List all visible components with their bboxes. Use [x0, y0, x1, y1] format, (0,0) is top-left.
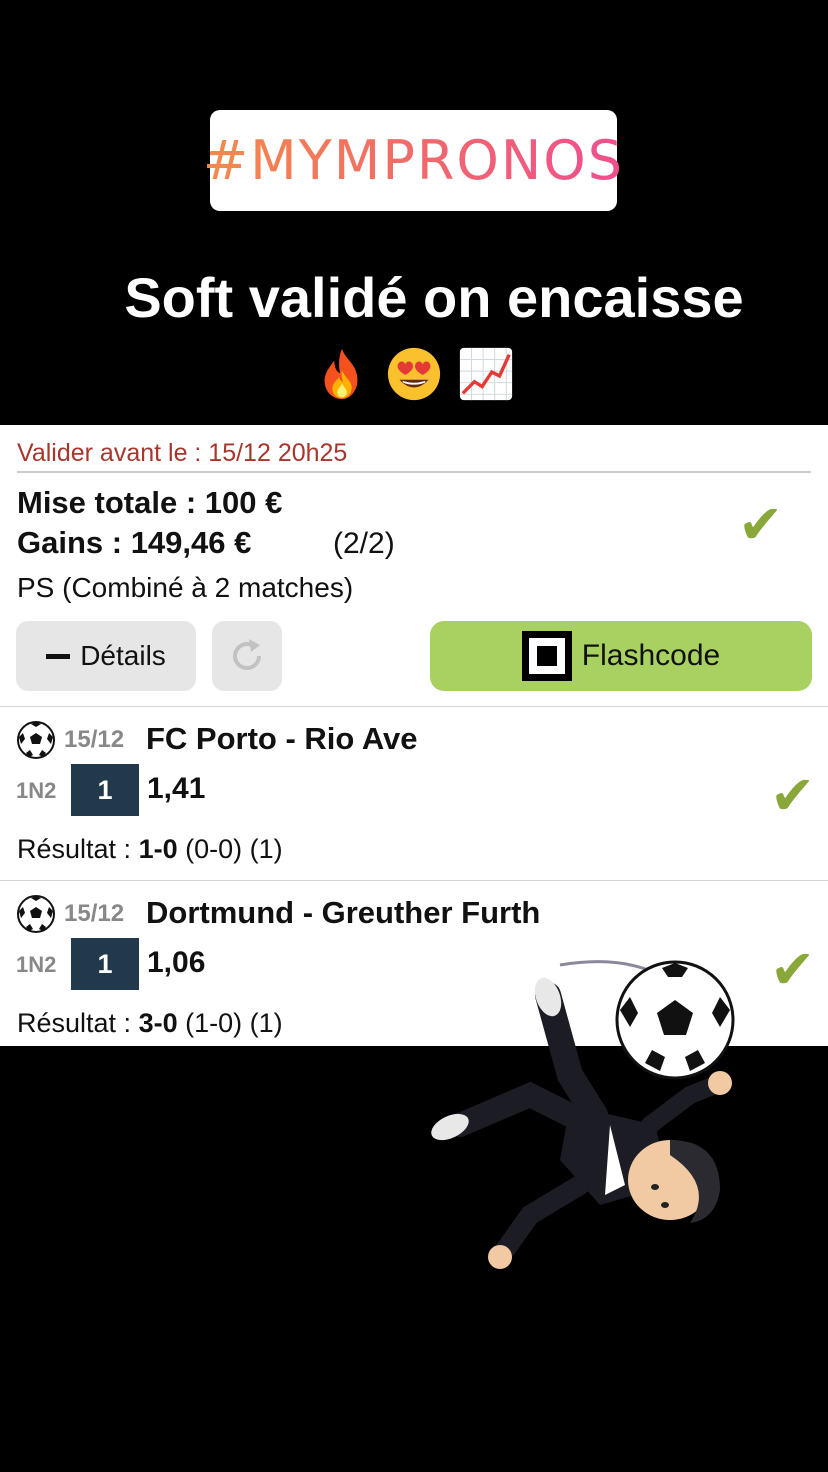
fire-icon	[324, 348, 358, 400]
match-result: Résultat : 3-0 (1-0) (1)	[17, 1008, 283, 1039]
details-label: Détails	[80, 640, 166, 671]
result-suffix: (0-0) (1)	[177, 834, 283, 864]
story-caption: Soft validé on encaisse	[124, 266, 744, 329]
flashcode-label: Flashcode	[581, 639, 721, 672]
result-prefix: Résultat :	[17, 834, 139, 864]
bet-market: 1N2	[16, 952, 57, 977]
match-won-check-icon: ✔	[770, 764, 816, 827]
divider	[0, 880, 828, 881]
emoji-row	[0, 345, 828, 403]
match-date: 15/12	[64, 726, 125, 753]
bet-pick: 1	[71, 938, 139, 990]
divider	[0, 706, 828, 707]
match-teams: Dortmund - Greuther Furth	[146, 895, 541, 930]
match-result: Résultat : 1-0 (0-0) (1)	[17, 834, 283, 865]
ticket-won-check-icon: ✔	[738, 493, 784, 556]
divider	[17, 471, 811, 473]
matches-won-count: (2/2)	[333, 527, 395, 560]
bitmoji-sticker	[431, 960, 735, 1269]
result-suffix: (1-0) (1)	[177, 1008, 283, 1038]
hashtag-text: #MYMPRONOS	[202, 129, 625, 192]
heart-eyes-icon	[387, 347, 441, 401]
bet-ticket-card: Valider avant le : 15/12 20h25 Mise tota…	[0, 425, 828, 1046]
match-teams: FC Porto - Rio Ave	[146, 721, 418, 756]
flashcode-button[interactable]: Flashcode	[430, 621, 812, 691]
total-stake: Mise totale : 100 €	[17, 485, 283, 520]
winnings: Gains : 149,46 €	[17, 525, 252, 560]
refresh-icon	[233, 639, 261, 670]
deadline-text: Valider avant le : 15/12 20h25	[17, 439, 348, 467]
result-score: 3-0	[138, 1008, 178, 1038]
match-row: 15/12 FC Porto - Rio Ave 1N2 1 1,41 Résu…	[0, 708, 828, 878]
details-button[interactable]: Détails	[16, 621, 196, 691]
bet-pick: 1	[71, 764, 139, 816]
chart-increasing-icon	[459, 347, 513, 401]
bet-market: 1N2	[16, 778, 57, 803]
minus-icon	[46, 653, 71, 659]
flashcode-icon	[521, 631, 572, 681]
match-won-check-icon: ✔	[770, 938, 816, 1001]
bet-odds: 1,06	[147, 946, 206, 979]
result-score: 1-0	[138, 834, 178, 864]
bet-type-label: PS (Combiné à 2 matches)	[17, 572, 354, 603]
hashtag-sticker: #MYMPRONOS	[203, 110, 622, 211]
bet-odds: 1,41	[147, 772, 206, 805]
refresh-button[interactable]	[212, 621, 282, 691]
soccer-ball-icon	[17, 895, 55, 933]
soccer-ball-icon	[17, 721, 55, 759]
match-date: 15/12	[64, 900, 125, 927]
result-prefix: Résultat :	[17, 1008, 139, 1038]
